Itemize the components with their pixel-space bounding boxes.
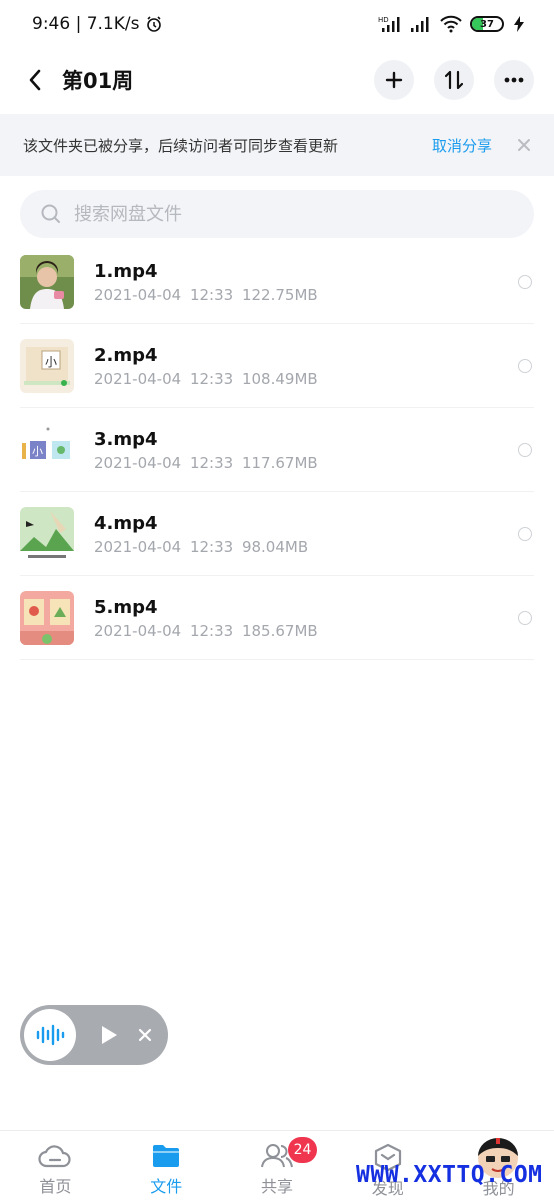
video-thumbnail: 小 (20, 423, 74, 477)
play-button[interactable] (100, 1025, 120, 1045)
select-radio[interactable] (518, 359, 532, 373)
select-radio[interactable] (518, 443, 532, 457)
search-input[interactable] (74, 203, 474, 225)
alarm-icon (147, 16, 162, 32)
file-name: 4.mp4 (94, 513, 158, 534)
share-notice-text: 该文件夹已被分享，后续访问者可同步查看更新 (23, 136, 339, 155)
file-row[interactable]: 1.mp4 2021-04-04 12:33 122.75MB (0, 240, 554, 324)
file-date: 2021-04-04 12:33 (94, 286, 234, 304)
tab-label: 共享 (260, 1177, 293, 1196)
file-row[interactable]: 5.mp4 2021-04-04 12:33 185.67MB (0, 576, 554, 660)
tab-home[interactable]: 首页 (0, 1131, 111, 1200)
sound-wave-icon (36, 1024, 65, 1046)
thumb-char: 小 (45, 355, 57, 369)
share-banner: 该文件夹已被分享，后续访问者可同步查看更新 取消分享 (0, 114, 554, 176)
file-name: 1.mp4 (94, 261, 158, 282)
wifi-icon (440, 15, 462, 33)
cancel-share-link[interactable]: 取消分享 (432, 135, 492, 156)
folder-icon (153, 1145, 180, 1167)
header: 第01周 (0, 48, 554, 112)
tab-files[interactable]: 文件 (111, 1131, 222, 1200)
video-thumbnail (20, 591, 74, 645)
video-thumbnail (20, 507, 74, 561)
signal-icon (411, 17, 429, 32)
select-radio[interactable] (518, 611, 532, 625)
tab-label: 首页 (39, 1177, 72, 1196)
add-button[interactable] (374, 60, 414, 100)
select-radio[interactable] (518, 275, 532, 289)
search-icon (41, 204, 60, 223)
close-banner-button[interactable] (516, 137, 532, 153)
file-date: 2021-04-04 12:33 (94, 370, 234, 388)
play-icon (102, 1026, 117, 1044)
battery-indicator: 37 (470, 16, 504, 32)
close-player-button[interactable] (138, 1028, 152, 1042)
more-button[interactable] (494, 60, 534, 100)
file-list: 1.mp4 2021-04-04 12:33 122.75MB 小 2.mp4 … (0, 240, 554, 660)
back-button[interactable] (20, 60, 50, 100)
site-watermark: WWW.XXTTQ.COM (356, 1162, 543, 1188)
file-row[interactable]: 小 2.mp4 2021-04-04 12:33 108.49MB (0, 324, 554, 408)
file-size: 108.49MB (241, 370, 318, 388)
charging-icon (514, 16, 524, 32)
file-size: 185.67MB (241, 622, 318, 640)
plus-icon (385, 71, 403, 89)
select-radio[interactable] (518, 527, 532, 541)
status-time-speed: 9:46 | 7.1K/s (32, 14, 140, 34)
more-dots-icon (504, 77, 524, 83)
tab-label: 文件 (150, 1177, 183, 1196)
page-title: 第01周 (62, 69, 134, 93)
notification-badge: 24 (287, 1137, 318, 1163)
signal-hd-icon: HD (378, 16, 400, 32)
status-bar: 9:46 | 7.1K/s HD 37 (0, 0, 554, 48)
file-size: 98.04MB (241, 538, 309, 556)
file-size: 122.75MB (241, 286, 318, 304)
close-icon (518, 139, 530, 151)
audio-wave-button[interactable] (24, 1009, 76, 1061)
file-name: 3.mp4 (94, 429, 158, 450)
file-row[interactable]: 小 3.mp4 2021-04-04 12:33 117.67MB (0, 408, 554, 492)
file-date: 2021-04-04 12:33 (94, 622, 234, 640)
floating-audio-player[interactable] (20, 1005, 168, 1065)
file-date: 2021-04-04 12:33 (94, 454, 234, 472)
sort-icon (445, 70, 463, 90)
tab-share[interactable]: 共享 24 (222, 1131, 333, 1200)
video-thumbnail (20, 255, 74, 309)
thumb-char: 小 (32, 445, 43, 458)
svg-text:HD: HD (378, 16, 389, 24)
video-thumbnail: 小 (20, 339, 74, 393)
back-arrow-icon (29, 69, 41, 91)
file-name: 5.mp4 (94, 597, 158, 618)
cloud-icon (38, 1145, 71, 1168)
file-date: 2021-04-04 12:33 (94, 538, 234, 556)
search-bar[interactable] (20, 190, 534, 238)
file-row[interactable]: 4.mp4 2021-04-04 12:33 98.04MB (0, 492, 554, 576)
close-icon (138, 1028, 152, 1042)
sort-button[interactable] (434, 60, 474, 100)
file-name: 2.mp4 (94, 345, 158, 366)
file-size: 117.67MB (241, 454, 318, 472)
